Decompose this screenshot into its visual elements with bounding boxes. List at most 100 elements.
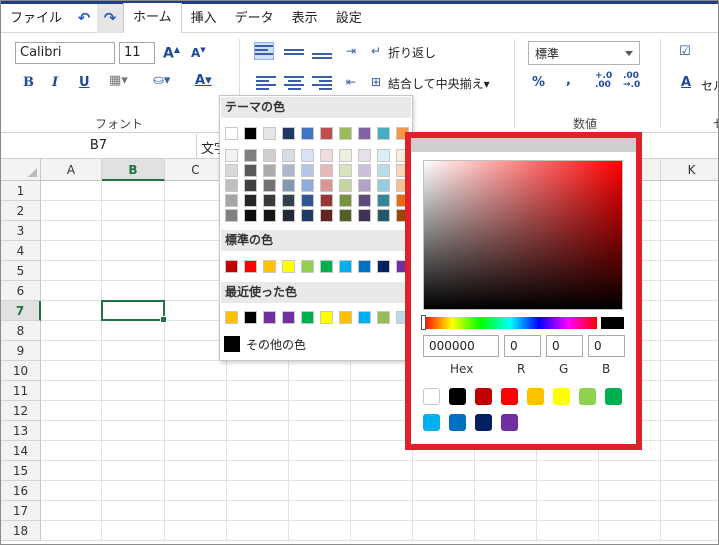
wrap-text-button[interactable]: 折り返し [388, 44, 436, 61]
recent-color-swatch[interactable] [263, 311, 276, 324]
menu-file[interactable]: ファイル [1, 4, 71, 33]
theme-color-swatch[interactable] [320, 127, 333, 140]
theme-shade-swatch[interactable] [263, 209, 276, 222]
theme-shade-swatch[interactable] [339, 179, 352, 192]
tab-data[interactable]: データ [226, 4, 283, 33]
row-header-10[interactable]: 10 [1, 361, 41, 381]
saturation-value-area[interactable] [423, 160, 623, 310]
recent-color-swatch[interactable] [225, 311, 238, 324]
font-name-input[interactable]: Calibri [15, 42, 115, 64]
standard-color-swatch[interactable] [263, 260, 276, 273]
row-header-2[interactable]: 2 [1, 201, 41, 221]
border-icon[interactable]: ▦▾ [109, 73, 128, 88]
theme-shade-swatch[interactable] [358, 179, 371, 192]
align-center-icon[interactable] [284, 74, 304, 92]
standard-color-swatch[interactable] [225, 260, 238, 273]
red-input[interactable]: 0 [504, 335, 541, 357]
theme-color-swatch[interactable] [301, 127, 314, 140]
theme-shade-swatch[interactable] [358, 194, 371, 207]
theme-shade-swatch[interactable] [282, 209, 295, 222]
comma-button[interactable]: , [566, 73, 571, 88]
standard-color-swatch[interactable] [358, 260, 371, 273]
row-header-1[interactable]: 1 [1, 181, 41, 201]
preset-color-swatch[interactable] [605, 388, 622, 405]
decrease-decimal-button[interactable]: .00 →.0 [623, 72, 640, 90]
merge-center-button[interactable]: 結合して中央揃え▾ [388, 75, 490, 92]
tab-insert[interactable]: 挿入 [182, 4, 226, 33]
theme-color-swatch[interactable] [339, 127, 352, 140]
column-header-b[interactable]: B [102, 159, 165, 181]
row-header-17[interactable]: 17 [1, 501, 41, 521]
preset-color-swatch[interactable] [423, 414, 440, 431]
checkbox-icon[interactable]: ☑ [679, 44, 691, 59]
hue-slider-handle[interactable] [421, 315, 426, 330]
theme-shade-swatch[interactable] [377, 194, 390, 207]
theme-shade-swatch[interactable] [320, 149, 333, 162]
picker-title-bar[interactable] [411, 138, 636, 152]
theme-shade-swatch[interactable] [377, 164, 390, 177]
fill-color-icon[interactable]: ⛀▾ [153, 73, 170, 88]
redo-icon[interactable]: ↷ [97, 3, 124, 33]
row-header-8[interactable]: 8 [1, 321, 41, 341]
theme-shade-swatch[interactable] [225, 149, 238, 162]
preset-color-swatch[interactable] [475, 388, 492, 405]
font-shrink-icon[interactable]: A▼ [191, 46, 206, 60]
recent-color-swatch[interactable] [282, 311, 295, 324]
column-header-a[interactable]: A [41, 159, 102, 181]
align-right-icon[interactable] [312, 74, 332, 92]
cell-style-icon[interactable]: A [681, 75, 691, 90]
standard-color-swatch[interactable] [282, 260, 295, 273]
theme-shade-swatch[interactable] [358, 149, 371, 162]
theme-shade-swatch[interactable] [301, 149, 314, 162]
theme-shade-swatch[interactable] [301, 179, 314, 192]
recent-color-swatch[interactable] [244, 311, 257, 324]
row-header-7[interactable]: 7 [1, 301, 41, 321]
bold-button[interactable]: B [23, 75, 34, 90]
theme-shade-swatch[interactable] [320, 179, 333, 192]
hue-slider[interactable] [423, 317, 597, 329]
theme-shade-swatch[interactable] [339, 194, 352, 207]
active-cell[interactable] [101, 300, 167, 323]
theme-shade-swatch[interactable] [225, 164, 238, 177]
preset-color-swatch[interactable] [527, 388, 544, 405]
row-header-18[interactable]: 18 [1, 521, 41, 541]
font-size-input[interactable]: 11 [119, 42, 155, 64]
theme-shade-swatch[interactable] [244, 149, 257, 162]
align-top-icon[interactable] [254, 42, 274, 60]
theme-shade-swatch[interactable] [225, 179, 238, 192]
theme-shade-swatch[interactable] [358, 164, 371, 177]
more-colors-option[interactable]: その他の色 [224, 334, 306, 354]
recent-color-swatch[interactable] [339, 311, 352, 324]
tab-view[interactable]: 表示 [283, 4, 327, 33]
preset-color-swatch[interactable] [423, 388, 440, 405]
select-all-corner[interactable] [1, 159, 41, 181]
theme-shade-swatch[interactable] [263, 179, 276, 192]
recent-color-swatch[interactable] [301, 311, 314, 324]
theme-shade-swatch[interactable] [320, 194, 333, 207]
theme-shade-swatch[interactable] [225, 209, 238, 222]
recent-color-swatch[interactable] [320, 311, 333, 324]
theme-shade-swatch[interactable] [320, 164, 333, 177]
theme-color-swatch[interactable] [225, 127, 238, 140]
preset-color-swatch[interactable] [475, 414, 492, 431]
indent-icon[interactable]: ⇥ [346, 44, 356, 58]
standard-color-swatch[interactable] [320, 260, 333, 273]
preset-color-swatch[interactable] [501, 414, 518, 431]
theme-shade-swatch[interactable] [358, 209, 371, 222]
standard-color-swatch[interactable] [244, 260, 257, 273]
theme-shade-swatch[interactable] [377, 149, 390, 162]
italic-button[interactable]: I [52, 75, 58, 90]
standard-color-swatch[interactable] [377, 260, 390, 273]
theme-shade-swatch[interactable] [339, 164, 352, 177]
hex-input[interactable]: 000000 [423, 335, 499, 357]
outdent-icon[interactable]: ⇤ [346, 75, 356, 89]
theme-shade-swatch[interactable] [263, 149, 276, 162]
increase-decimal-button[interactable]: +.0 .00 [595, 72, 612, 90]
preset-color-swatch[interactable] [579, 388, 596, 405]
undo-icon[interactable]: ↶ [71, 4, 97, 33]
theme-shade-swatch[interactable] [225, 194, 238, 207]
recent-color-swatch[interactable] [377, 311, 390, 324]
preset-color-swatch[interactable] [449, 414, 466, 431]
percent-button[interactable]: % [532, 75, 545, 90]
row-header-3[interactable]: 3 [1, 221, 41, 241]
